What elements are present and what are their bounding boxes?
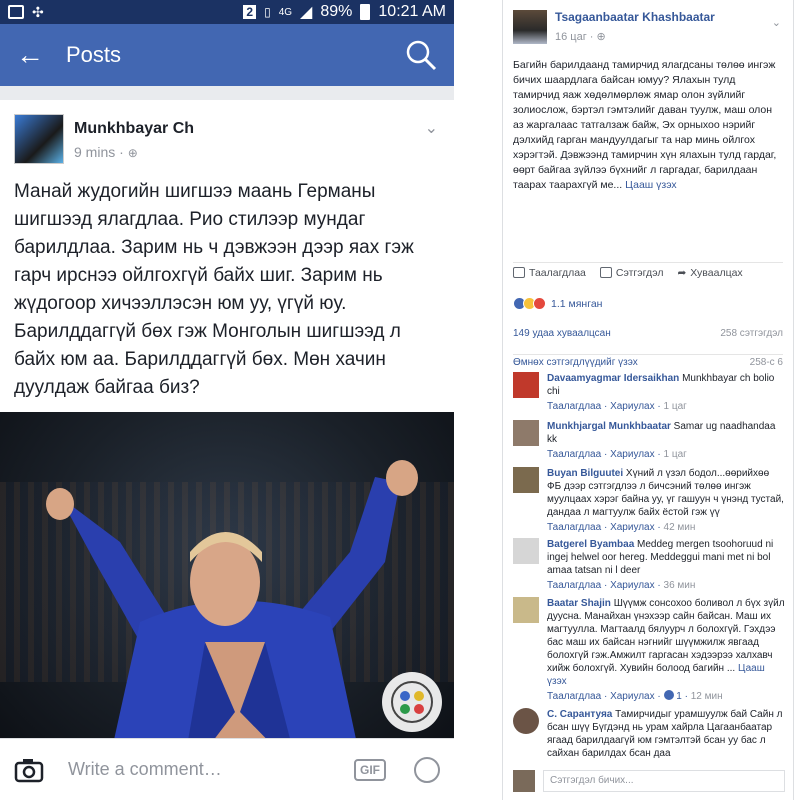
judoka-figure xyxy=(46,460,442,758)
comment-time[interactable]: 12 мин xyxy=(691,691,723,702)
chevron-down-icon[interactable]: ⌄ xyxy=(425,118,438,138)
app-bar: ← Posts xyxy=(0,24,454,86)
comment-author[interactable]: Baatar Shajin xyxy=(547,598,611,609)
reactions-summary[interactable]: 1.1 мянган xyxy=(513,297,602,310)
avatar[interactable] xyxy=(513,10,547,44)
post-author[interactable]: Munkhbayar Ch xyxy=(74,120,194,138)
comment-author[interactable]: Munkhjargal Munkhbaatar xyxy=(547,421,671,432)
comment: Davaamyagmar Idersaikhan Munkhbayar ch b… xyxy=(513,372,785,413)
comment-author[interactable]: Batgerel Byambaa xyxy=(547,539,634,550)
comment-like-link[interactable]: Таалагдлаа xyxy=(547,449,601,460)
post-header: Tsagaanbaatar Khashbaatar 16 цаг · ⊕ ⌄ xyxy=(503,0,793,44)
sticker-icon[interactable] xyxy=(414,756,440,783)
comment-input[interactable]: Сэтгэгдэл бичих... xyxy=(543,770,785,792)
avatar[interactable] xyxy=(513,372,539,398)
post-card: Munkhbayar Ch 9 mins · ⊕ ⌄ Манай жудогий… xyxy=(0,100,454,758)
avatar[interactable] xyxy=(513,597,539,623)
like-label: Таалагдлаа xyxy=(529,267,586,279)
avatar[interactable] xyxy=(513,708,539,734)
sim-badge: 2 xyxy=(243,5,257,19)
comment: Munkhjargal Munkhbaatar Samar ug naadhan… xyxy=(513,420,785,461)
search-icon[interactable] xyxy=(404,38,438,72)
globe-icon: ⊕ xyxy=(127,146,138,160)
vibrate-icon: ▯ xyxy=(264,5,271,19)
comments-count[interactable]: 258 сэтгэгдэл xyxy=(720,328,783,339)
post-actions: Таалагдлаа Сэтгэгдэл ➦ Хуваалцах xyxy=(513,262,783,279)
like-reaction-icon xyxy=(663,690,674,700)
comment: Baatar Shajin Шүүмж сонсохоо боливол л б… xyxy=(513,597,785,703)
comment: Batgerel Byambaa Meddeg mergen tsoohoruu… xyxy=(513,538,785,592)
avatar[interactable] xyxy=(14,114,64,164)
post-photo[interactable] xyxy=(0,412,454,758)
angry-reaction-icon xyxy=(533,297,546,310)
reaction-count: 1.1 мянган xyxy=(551,297,603,310)
comment-time[interactable]: 42 мин xyxy=(664,522,696,533)
previous-comments: Өмнөх сэтгэгдлүүдийг үзэх 258-с 6 xyxy=(513,354,783,368)
message-icon xyxy=(8,5,24,19)
comment-label: Сэтгэгдэл xyxy=(615,267,664,279)
post-time: 9 mins · xyxy=(74,144,124,160)
comment-time[interactable]: 36 мин xyxy=(664,580,696,591)
comment: Buyan Bilguutei Хүний л үзэл бодол...өөр… xyxy=(513,467,785,534)
post-time[interactable]: 16 цаг · xyxy=(555,31,597,43)
comment-composer: Сэтгэгдэл бичих... xyxy=(513,770,785,792)
post-stats: 149 удаа хуваалцсан 258 сэтгэгдэл xyxy=(513,328,783,339)
gif-button[interactable]: GIF xyxy=(354,758,386,781)
share-button[interactable]: ➦ Хуваалцах xyxy=(677,267,742,279)
share-label: Хуваалцах xyxy=(690,267,743,279)
post-author[interactable]: Tsagaanbaatar Khashbaatar xyxy=(555,10,715,24)
comment-input[interactable]: Write a comment… xyxy=(68,759,354,780)
post-header: Munkhbayar Ch 9 mins · ⊕ ⌄ xyxy=(0,100,454,172)
back-arrow-icon[interactable]: ← xyxy=(16,39,56,71)
comment-reply-link[interactable]: Хариулах xyxy=(610,522,655,533)
battery-icon xyxy=(360,4,371,20)
comment-time[interactable]: 1 цаг xyxy=(664,401,687,412)
comment-like-link[interactable]: Таалагдлаа xyxy=(547,580,601,591)
comment-reply-link[interactable]: Хариулах xyxy=(610,691,655,702)
comments-page-count: 258-с 6 xyxy=(749,357,783,368)
status-bar: ✣ 2 ▯ 4G ◢ 89% 10:21 AM xyxy=(0,0,454,24)
comment-reply-link[interactable]: Хариулах xyxy=(610,580,655,591)
view-previous-comments-link[interactable]: Өмнөх сэтгэгдлүүдийг үзэх xyxy=(513,357,638,368)
comment-like-link[interactable]: Таалагдлаа xyxy=(547,691,601,702)
comment-author[interactable]: Davaamyagmar Idersaikhan xyxy=(547,373,679,384)
camera-icon[interactable] xyxy=(14,757,44,783)
post-text: Багийн барилдаанд тамирчид ялагдсаны төл… xyxy=(503,44,793,193)
shares-count[interactable]: 149 удаа хуваалцсан xyxy=(513,328,611,339)
globe-icon: ⊕ xyxy=(596,31,606,43)
chevron-down-icon[interactable]: ⌄ xyxy=(772,16,781,29)
comment-author[interactable]: Buyan Bilguutei xyxy=(547,468,623,479)
signal-icon: ◢ xyxy=(300,4,313,21)
avatar[interactable] xyxy=(513,420,539,446)
comment-button[interactable]: Сэтгэгдэл xyxy=(599,267,664,279)
comment-like-link[interactable]: Таалагдлаа xyxy=(547,522,601,533)
see-more-link[interactable]: Цааш үзэх xyxy=(625,179,677,191)
comment-like-count[interactable]: 1 xyxy=(676,691,682,702)
avatar[interactable] xyxy=(513,538,539,564)
like-button[interactable]: Таалагдлаа xyxy=(513,267,586,279)
comment-like-link[interactable]: Таалагдлаа xyxy=(547,401,601,412)
comment-reply-link[interactable]: Хариулах xyxy=(610,401,655,412)
avatar xyxy=(513,770,535,792)
share-icon: ➦ xyxy=(677,267,687,279)
thumbs-up-icon xyxy=(513,267,525,278)
post-text: Манай жудогийн шигшээ маань Германы шигш… xyxy=(14,181,414,398)
comment: С. Сарантуяа Тамирчидыг урамшуулж бай Са… xyxy=(513,708,785,760)
sync-icon: ✣ xyxy=(32,3,44,20)
phone-screen: ✣ 2 ▯ 4G ◢ 89% 10:21 AM ← Posts Munkhbay… xyxy=(0,0,454,800)
clock: 10:21 AM xyxy=(378,3,446,20)
comment-time[interactable]: 1 цаг xyxy=(664,449,687,460)
page-title: Posts xyxy=(66,42,122,67)
comment-bar: Write a comment… GIF xyxy=(0,738,454,800)
desktop-post: Tsagaanbaatar Khashbaatar 16 цаг · ⊕ ⌄ Б… xyxy=(502,0,794,800)
comment-author[interactable]: С. Сарантуяа xyxy=(547,709,612,720)
battery-percent: 89% xyxy=(320,3,353,20)
post-body: Багийн барилдаанд тамирчид ялагдсаны төл… xyxy=(513,59,777,191)
avatar[interactable] xyxy=(513,467,539,493)
network-label: 4G xyxy=(278,6,293,18)
comment-icon xyxy=(599,267,612,278)
comment-reply-link[interactable]: Хариулах xyxy=(610,449,655,460)
